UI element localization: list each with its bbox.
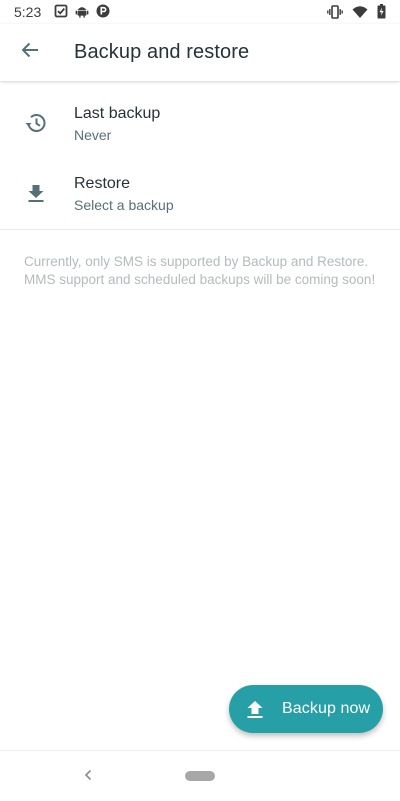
toolbar: Backup and restore [0,24,400,81]
settings-item-restore[interactable]: Restore Select a backup [0,159,400,229]
task-done-icon [54,4,68,18]
info-text: Currently, only SMS is supported by Back… [24,254,376,287]
download-icon [24,181,48,205]
arrow-back-icon [20,40,40,65]
settings-item-summary: Select a backup [74,197,174,213]
settings-item-title: Restore [74,175,131,192]
navigation-bar [0,750,400,801]
divider [0,229,400,230]
status-time: 5:23 [14,4,42,20]
back-button[interactable] [8,30,52,74]
wifi-icon [352,5,368,19]
backup-now-button[interactable]: Backup now [229,685,383,733]
android-icon [75,4,89,18]
battery-icon [377,4,386,19]
backup-now-label: Backup now [282,700,371,717]
settings-item-last-backup[interactable]: Last backup Never [0,89,400,159]
history-icon [24,111,48,135]
page-title: Backup and restore [74,41,250,63]
settings-item-summary: Never [74,127,112,143]
vibrate-icon [327,4,343,19]
upload-icon [243,697,267,721]
status-system-icons [327,4,386,19]
parking-icon [96,4,110,18]
nav-back-icon[interactable] [76,763,100,787]
settings-list: Last backup Never Restore Select a backu… [0,89,400,229]
status-bar: 5:23 [0,0,400,24]
status-notification-icons [54,4,110,18]
nav-home-pill[interactable] [185,771,215,781]
settings-item-title: Last backup [74,105,161,122]
